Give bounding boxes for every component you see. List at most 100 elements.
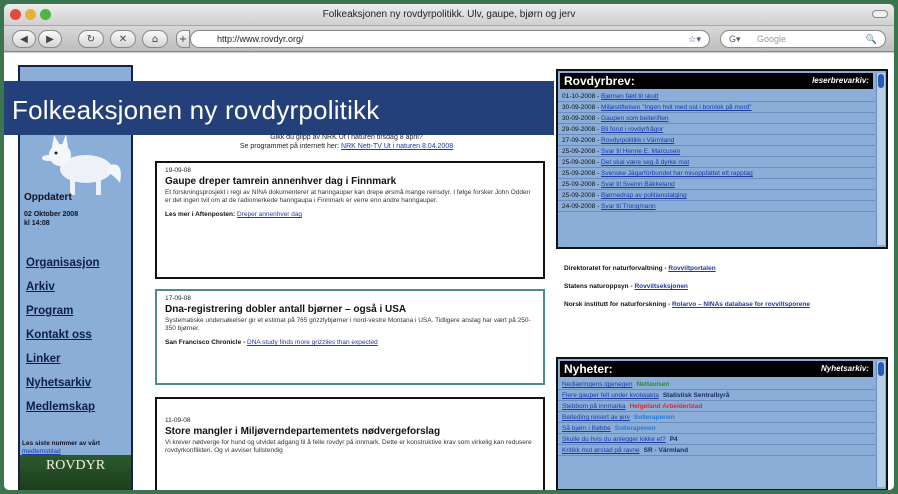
site-title: Folkeaksjonen ny rovdyrpolitikk <box>12 95 380 125</box>
nyheter-scrollbar[interactable] <box>876 361 885 487</box>
rovdyrbrev-header: Rovdyrbrev: leserbrevarkiv: <box>560 73 873 89</box>
add-bookmark-button[interactable]: + <box>176 30 190 48</box>
nav-medlemskap[interactable]: Medlemskap <box>26 401 95 413</box>
item-link[interactable]: Svar til Sveinn Bäkkeland <box>601 181 675 188</box>
article-body: Et forskningsprosjekt i regi av NINA dok… <box>165 189 531 204</box>
article-date: 17-09-08 <box>165 295 192 302</box>
forward-arrow-icon: ▶ <box>46 33 54 45</box>
article-source: San Francisco Chronicle - DNA study find… <box>165 339 535 346</box>
intro-line1: Gikk du glipp av NRK Ut i naturen tirsda… <box>270 134 423 141</box>
item-date: 30-09-2008 <box>562 104 596 111</box>
list-item[interactable]: 29-09-2008 - Bli forut i rovdyrfrågor <box>558 124 875 135</box>
link-row: Norsk institutt for naturforskning - Rol… <box>564 301 884 309</box>
rovdyrbrev-panel: Rovdyrbrev: leserbrevarkiv: 01-10-2008 -… <box>556 69 888 249</box>
stop-icon: ✕ <box>118 33 128 45</box>
list-item[interactable]: 25-09-2008 - Svar til Henne E. Marcusen <box>558 146 875 157</box>
list-item[interactable]: Skulle du hvis du anlegger kikke et? P4 <box>558 434 875 445</box>
browser-window: Folkeaksjonen ny rovdyrpolitikk. Ulv, ga… <box>4 4 894 490</box>
nrk-nett-tv-link[interactable]: NRK Nett-TV Ut i naturen 8.04.2008 <box>341 143 453 150</box>
nav-kontakt-oss[interactable]: Kontakt oss <box>26 329 92 341</box>
back-button[interactable]: ◀ <box>12 30 36 48</box>
news-link[interactable]: Kritikk mot ørstad på ravne <box>562 447 640 454</box>
list-item[interactable]: 25-09-2008 - Det skal være seg å dyrke m… <box>558 157 875 168</box>
address-bar[interactable]: http://www.rovdyr.org/ ☆▾ <box>190 30 710 48</box>
news-source: Helgeland Arbeiderblad <box>629 403 703 410</box>
list-item[interactable]: Så bjørn i Bøbbe Sollerapenen <box>558 423 875 434</box>
item-link[interactable]: Gaupen som beiteriften <box>601 115 669 122</box>
link-label: Norsk institutt for naturforskning - <box>564 301 671 308</box>
item-link[interactable]: Bjørnen fælt til skutt <box>601 93 658 100</box>
scrollbar-thumb[interactable] <box>878 74 884 88</box>
list-item[interactable]: Nedlæringens igjenegen Nettavisen <box>558 379 875 390</box>
item-link[interactable]: Svenske Jägarförbundet har misoppfattet … <box>601 170 753 177</box>
nav-linker[interactable]: Linker <box>26 353 61 365</box>
news-link[interactable]: Beiteding reisert av jerv <box>562 414 630 421</box>
toolbar-toggle-button[interactable] <box>872 10 888 18</box>
stop-button[interactable]: ✕ <box>110 30 136 48</box>
nav-organisasjon[interactable]: Organisasjon <box>26 257 100 269</box>
nav-program[interactable]: Program <box>26 305 73 317</box>
item-link[interactable]: Svar til Henne E. Marcusen <box>601 148 680 155</box>
search-engine-icon[interactable]: G▾ <box>729 31 741 47</box>
news-link[interactable]: Nedlæringens igjenegen <box>562 381 632 388</box>
leserbrevarkiv-link[interactable]: leserbrevarkiv: <box>812 74 869 88</box>
news-link[interactable]: Flere gauper felt under kvotejakta <box>562 392 659 399</box>
list-item[interactable]: 01-10-2008 - Bjørnen fælt til skutt <box>558 91 875 102</box>
list-item[interactable]: 30-09-2008 - Miljøstiftelsen "Ingen hvit… <box>558 102 875 113</box>
list-item[interactable]: 25-09-2008 - Svar til Sveinn Bäkkeland <box>558 179 875 190</box>
link-anchor[interactable]: Rovviltseksjonen <box>634 283 687 290</box>
window-title: Folkeaksjonen ny rovdyrpolitikk. Ulv, ga… <box>322 9 576 20</box>
list-item[interactable]: 24-09-2008 - Svar til Trongmann <box>558 201 875 212</box>
article-headline[interactable]: Store mangler i Miljøverndepartementets … <box>165 426 535 437</box>
item-link[interactable]: Det skal være seg å dyrke mat <box>601 159 689 166</box>
link-anchor[interactable]: Rovviltportalen <box>668 265 715 272</box>
updated-timestamp: 02 Oktober 2008 kl 14:08 <box>24 210 78 228</box>
news-link[interactable]: Stebbom på innmarka <box>562 403 626 410</box>
list-item[interactable]: 27-09-2008 - Rovdyrpolitikk i Värmland <box>558 135 875 146</box>
news-source: Statistisk Sentralbyrå <box>662 392 730 399</box>
list-item[interactable]: 25-09-2008 - Svenske Jägarförbundet har … <box>558 168 875 179</box>
nyhetsarkiv-link[interactable]: Nyhetsarkiv: <box>821 362 869 376</box>
link-label: Direktoratet for naturforvaltning - <box>564 265 667 272</box>
item-link[interactable]: Miljøstiftelsen "Ingen hvit med ost i bo… <box>601 104 752 111</box>
article-headline[interactable]: Gaupe dreper tamrein annenhver dag i Fin… <box>165 176 535 187</box>
item-date: 25-09-2008 <box>562 192 596 199</box>
home-button[interactable]: ⌂ <box>142 30 168 48</box>
rovdyrbrev-list: 01-10-2008 - Bjørnen fælt til skutt 30-0… <box>558 91 875 212</box>
item-date: 25-09-2008 <box>562 159 596 166</box>
news-article: 17-09-08 Dna-registrering dobler antall … <box>155 289 545 385</box>
rovdyrbrev-scrollbar[interactable] <box>876 73 885 245</box>
reload-button[interactable]: ↻ <box>78 30 104 48</box>
search-input[interactable]: G▾ Google 🔍 <box>720 30 886 48</box>
item-link[interactable]: Svar til Trongmann <box>601 203 656 210</box>
list-item[interactable]: Stebbom på innmarka Helgeland Arbeiderbla… <box>558 401 875 412</box>
rovdyr-magazine-cover[interactable]: ROVDYR <box>20 455 131 490</box>
rss-bookmark-icon[interactable]: ☆▾ <box>688 31 701 47</box>
list-item[interactable]: Flere gauper felt under kvotejakta Statis… <box>558 390 875 401</box>
item-date: 25-09-2008 <box>562 170 596 177</box>
item-link[interactable]: Rovdyrpolitikk i Värmland <box>601 137 674 144</box>
forward-button[interactable]: ▶ <box>38 30 62 48</box>
news-link[interactable]: Så bjørn i Bøbbe <box>562 425 611 432</box>
link-anchor[interactable]: Rolarvo – NINAs database for rovviltspor… <box>672 301 810 308</box>
item-link[interactable]: Bli forut i rovdyrfrågor <box>601 126 663 133</box>
last-issue-link[interactable]: medlemsblad <box>22 448 61 455</box>
scrollbar-thumb[interactable] <box>878 362 884 376</box>
news-link[interactable]: Skulle du hvis du anlegger kikke et? <box>562 436 666 443</box>
nav-nyhetsarkiv[interactable]: Nyhetsarkiv <box>26 377 91 389</box>
page-content: Oppdatert 02 Oktober 2008 kl 14:08 Organ… <box>4 53 894 490</box>
nyheter-title: Nyheter: <box>564 362 613 376</box>
list-item[interactable]: 30-09-2008 - Gaupen som beiteriften <box>558 113 875 124</box>
list-item[interactable]: Kritikk mot ørstad på ravne SR - Värmland <box>558 445 875 456</box>
list-item[interactable]: 25-09-2008 - Bjørnedrap av politianstalg… <box>558 190 875 201</box>
source-link[interactable]: DNA study finds more grizzlies than expe… <box>247 339 378 346</box>
search-icon[interactable]: 🔍 <box>866 31 877 47</box>
list-item[interactable]: Beiteding reisert av jerv Sollerapenen <box>558 412 875 423</box>
item-link[interactable]: Bjørnedrap av politianstalging <box>601 192 687 199</box>
home-icon: ⌂ <box>151 33 159 45</box>
source-link[interactable]: Dreper annenhver dag <box>237 211 302 218</box>
nav-arkiv[interactable]: Arkiv <box>26 281 55 293</box>
external-links: Direktoratet for naturforvaltning - Rovv… <box>564 265 884 319</box>
article-headline[interactable]: Dna-registrering dobler antall bjørner –… <box>165 304 535 315</box>
news-source: Sollerapenen <box>633 414 675 421</box>
